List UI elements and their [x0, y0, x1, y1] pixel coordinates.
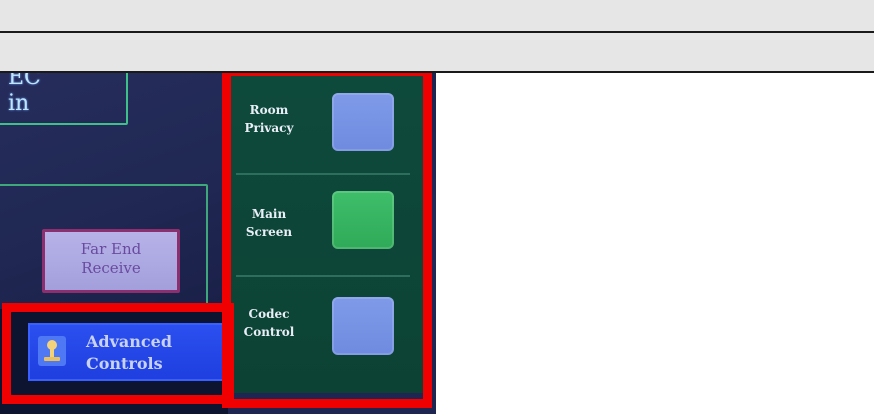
highlight-frame-advanced	[2, 303, 234, 404]
top-band	[0, 0, 874, 73]
touch-panel-photo: EC in Far End Receive Room Privacy Main …	[0, 73, 436, 414]
left-control-area: EC in Far End Receive	[0, 73, 228, 338]
divider-rule	[0, 31, 874, 33]
far-end-receive-button[interactable]: Far End Receive	[42, 229, 180, 293]
partial-label: EC in	[8, 73, 41, 116]
highlight-frame-right	[222, 73, 432, 408]
